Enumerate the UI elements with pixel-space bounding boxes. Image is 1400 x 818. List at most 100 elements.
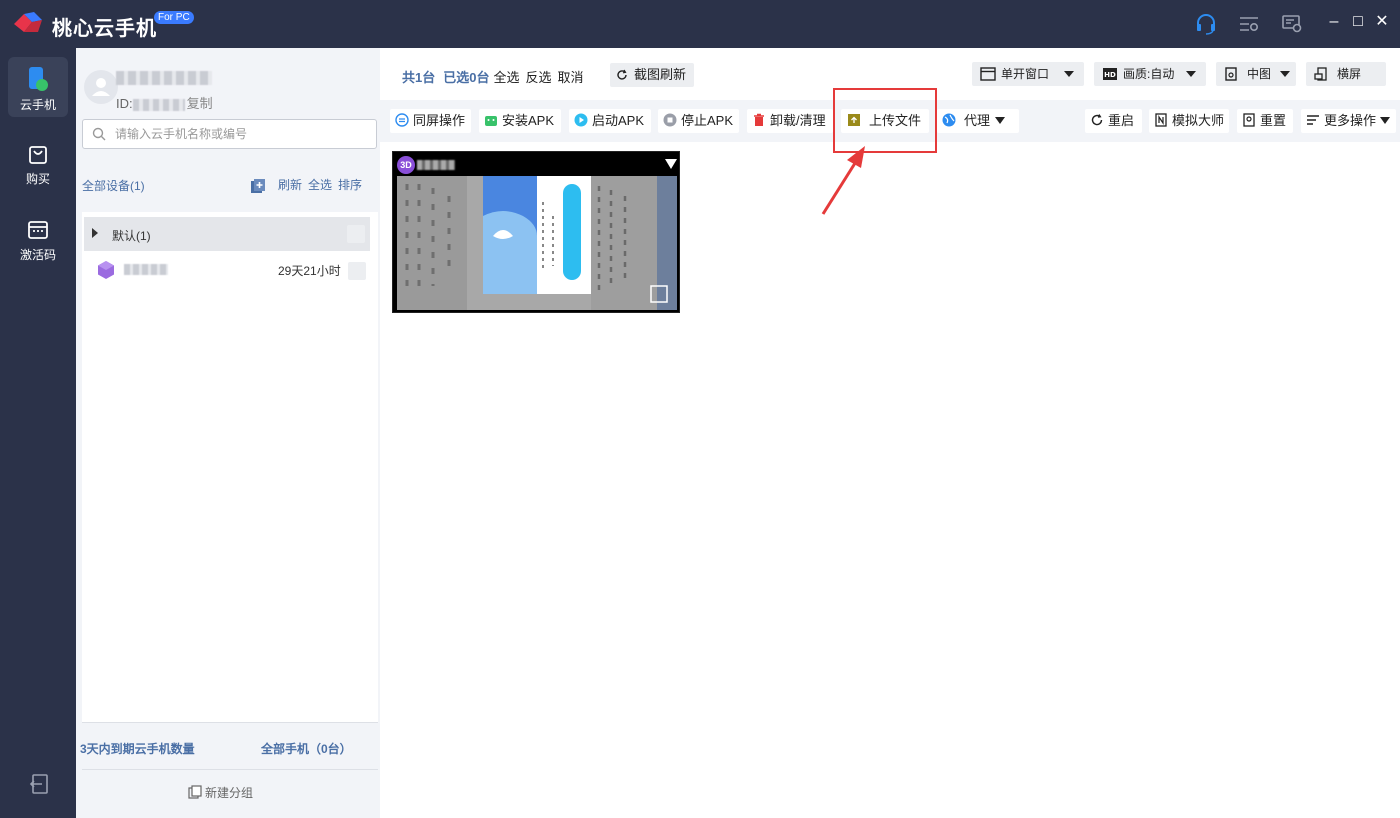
customer-service-icon[interactable]	[1194, 12, 1218, 36]
start-apk-button[interactable]: 启动APK	[569, 109, 651, 133]
nav-buy[interactable]: 购买	[8, 133, 68, 193]
screenshot-refresh-button[interactable]: 截图刷新	[610, 63, 695, 87]
device-3d-icon	[98, 261, 114, 279]
invert-selection-button[interactable]: 反选	[525, 70, 551, 85]
select-all-button[interactable]: 全选	[493, 70, 519, 85]
minimize-button[interactable]: –	[1326, 12, 1342, 32]
maximize-button[interactable]: □	[1350, 12, 1366, 32]
orientation-label: 横屏	[1337, 67, 1362, 81]
select-all-devices-button[interactable]: 全选	[308, 178, 332, 192]
restart-button[interactable]: 重启	[1085, 109, 1142, 133]
new-group-button[interactable]: 新建分组	[188, 784, 253, 801]
chevron-down-icon	[1064, 71, 1074, 77]
platform-badge: For PC	[154, 11, 194, 24]
trash-icon	[754, 113, 764, 126]
android-icon	[485, 116, 497, 126]
refresh-button[interactable]: 刷新	[278, 178, 302, 192]
phone-icon	[29, 67, 48, 91]
orientation-button[interactable]: 横屏	[1306, 62, 1386, 86]
group-row[interactable]: 默认(1)	[84, 217, 370, 251]
device-thumbnail[interactable]: 3D	[392, 151, 680, 313]
install-apk-label: 安装APK	[502, 113, 555, 128]
device-list	[82, 212, 378, 722]
nav-cloud-phone[interactable]: 云手机	[8, 57, 68, 117]
simulator-master-button[interactable]: 模拟大师	[1149, 109, 1229, 133]
group-checkbox[interactable]	[347, 225, 365, 243]
screenshot-refresh-label: 截图刷新	[634, 67, 687, 82]
nav-activation-code[interactable]: 激活码	[8, 209, 68, 269]
logout-icon[interactable]	[28, 772, 52, 796]
copy-id-button[interactable]: 复制	[187, 96, 213, 111]
simulator-master-label: 模拟大师	[1172, 113, 1225, 128]
thumbnail-size-dropdown[interactable]: 中图	[1216, 62, 1296, 86]
group-label: 默认(1)	[112, 229, 151, 243]
add-group-icon[interactable]	[250, 178, 266, 194]
avatar[interactable]	[84, 70, 118, 104]
search-icon	[92, 127, 106, 141]
thumbnail-menu-caret-icon[interactable]	[665, 159, 677, 169]
app-logo-icon	[14, 12, 42, 32]
stop-icon	[663, 113, 677, 127]
thumbnail-size-label: 中图	[1247, 67, 1272, 81]
thumbnail-device-name-redacted	[417, 160, 455, 170]
panel-actions: 刷新 全选 排序	[250, 176, 362, 194]
hd-icon: HD	[1103, 68, 1117, 80]
device-remaining-time: 29天21小时	[278, 264, 341, 278]
sort-button[interactable]: 排序	[338, 178, 362, 192]
reset-icon	[1243, 113, 1255, 127]
device-3d-badge: 3D	[397, 156, 415, 174]
rotate-screen-icon	[1314, 67, 1327, 81]
chevron-down-icon	[1280, 71, 1290, 77]
window-icon	[980, 67, 996, 81]
device-row[interactable]: 29天21小时	[84, 254, 370, 286]
restart-label: 重启	[1108, 113, 1135, 128]
nav-label: 云手机	[19, 98, 56, 112]
menu-lines-icon	[1307, 115, 1319, 125]
sync-label: 同屏操作	[413, 113, 466, 128]
reset-label: 重置	[1260, 113, 1287, 128]
stop-apk-button[interactable]: 停止APK	[658, 109, 739, 133]
window-mode-dropdown[interactable]: 单开窗口	[972, 62, 1084, 86]
uninstall-clean-button[interactable]: 卸载/清理	[747, 109, 833, 133]
close-button[interactable]: ✕	[1374, 12, 1390, 32]
screen-preview-image	[397, 176, 677, 310]
chevron-down-icon	[1186, 71, 1196, 77]
proxy-dropdown[interactable]: 代理	[937, 109, 1019, 133]
red-arrow-icon	[821, 146, 865, 215]
play-icon	[574, 113, 588, 127]
stop-apk-label: 停止APK	[681, 113, 734, 128]
start-apk-label: 启动APK	[592, 113, 645, 128]
all-phones-label[interactable]: 全部手机（0台）	[261, 740, 352, 757]
reset-button[interactable]: 重置	[1237, 109, 1293, 133]
settings-icon[interactable]	[1237, 12, 1261, 36]
refresh-icon	[617, 69, 627, 80]
restart-icon	[1091, 114, 1103, 126]
selection-stats: 共1台 已选0台 全选 反选 取消	[402, 67, 590, 86]
search-input[interactable]	[115, 124, 365, 144]
search-box[interactable]	[82, 119, 377, 149]
quality-dropdown[interactable]: HD 画质:自动	[1094, 62, 1206, 86]
divider	[82, 722, 378, 723]
expiring-soon-label[interactable]: 3天内到期云手机数量	[80, 740, 195, 757]
user-id-redacted	[132, 98, 185, 111]
window-mode-label: 单开窗口	[1001, 67, 1050, 81]
device-screen-preview[interactable]	[397, 176, 677, 310]
proxy-label: 代理	[964, 113, 991, 128]
more-actions-dropdown[interactable]: 更多操作	[1301, 109, 1396, 133]
user-id: ID: 复制	[116, 93, 213, 112]
quality-label: 画质:自动	[1123, 67, 1175, 81]
shopping-bag-icon	[29, 146, 47, 164]
all-devices-label[interactable]: 全部设备(1)	[82, 177, 145, 194]
title-bar: 桃心云手机 For PC – □ ✕	[0, 0, 1400, 48]
chevron-down-icon	[995, 117, 1006, 124]
sync-screen-button[interactable]: 同屏操作	[390, 109, 471, 133]
install-apk-button[interactable]: 安装APK	[479, 109, 561, 133]
cancel-selection-button[interactable]: 取消	[558, 70, 584, 85]
uninstall-clean-label: 卸载/清理	[770, 113, 826, 128]
left-nav: 云手机 购买 激活码	[0, 48, 76, 818]
user-avatar-icon	[92, 78, 110, 96]
expand-arrow-icon[interactable]	[92, 228, 98, 238]
device-checkbox[interactable]	[348, 262, 366, 280]
more-actions-label: 更多操作	[1324, 113, 1377, 128]
feedback-icon[interactable]	[1280, 12, 1304, 36]
